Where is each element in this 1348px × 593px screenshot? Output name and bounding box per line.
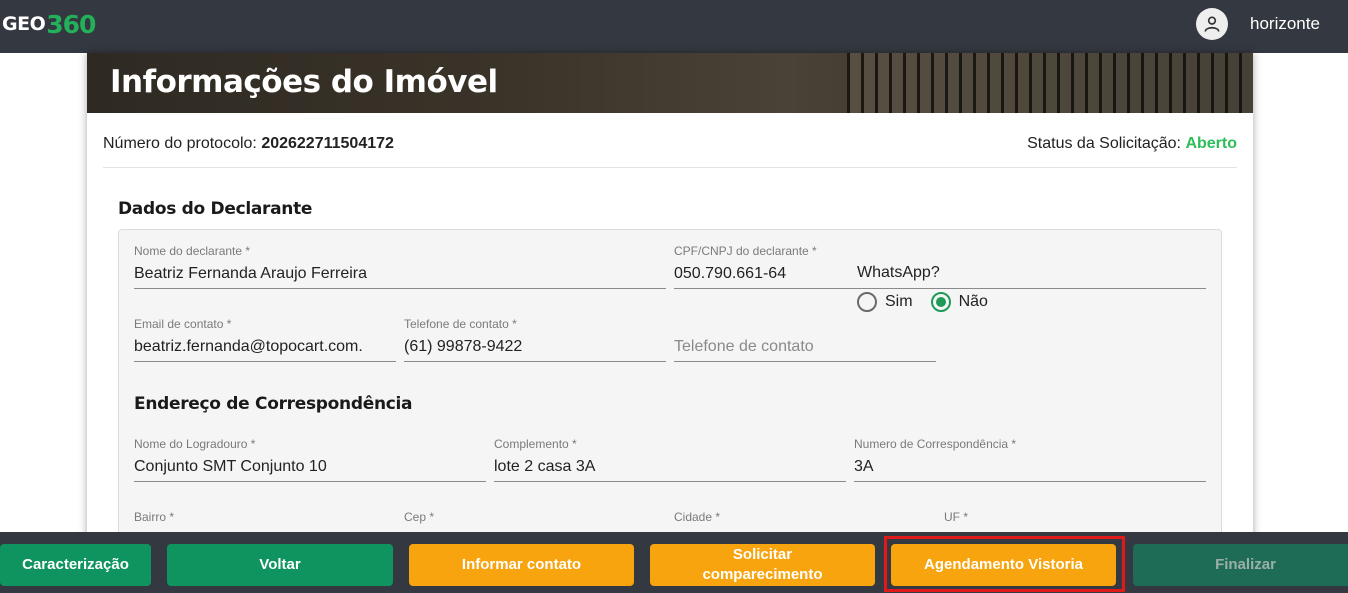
protocol-value: 202622711504172 bbox=[261, 135, 394, 152]
whatsapp-question: WhatsApp? Sim Não bbox=[857, 264, 1006, 312]
protocol-number: Número do protocolo: 202622711504172 bbox=[103, 135, 394, 153]
field-label: UF * bbox=[944, 510, 968, 524]
page-title: Informações do Imóvel bbox=[110, 64, 498, 100]
address-number-field[interactable]: Numero de Correspondência * 3A bbox=[854, 437, 1206, 482]
field-underline bbox=[674, 361, 936, 362]
hero-image-decoration bbox=[847, 53, 1253, 113]
field-label: Cep * bbox=[404, 510, 435, 524]
street-name-field[interactable]: Nome do Logradouro * Conjunto SMT Conjun… bbox=[134, 437, 486, 482]
field-underline bbox=[854, 481, 1206, 482]
field-label: Cidade * bbox=[674, 510, 721, 524]
top-bar: GEO 360 horizonte bbox=[0, 0, 1348, 53]
field-placeholder: Telefone de contato bbox=[674, 338, 814, 355]
field-label: Nome do declarante * bbox=[134, 244, 251, 258]
username[interactable]: horizonte bbox=[1250, 14, 1320, 34]
field-underline bbox=[134, 481, 486, 482]
highlight-box bbox=[884, 536, 1125, 592]
whatsapp-radio-sim[interactable] bbox=[857, 292, 877, 312]
section-title-endereco: Endereço de Correspondência bbox=[134, 394, 413, 414]
field-value: Beatriz Fernanda Araujo Ferreira bbox=[134, 265, 367, 282]
status-label: Status da Solicitação: bbox=[1027, 135, 1186, 152]
field-underline bbox=[404, 361, 666, 362]
field-underline bbox=[134, 288, 666, 289]
field-value: beatriz.fernanda@topocart.com. bbox=[134, 338, 363, 355]
complement-field[interactable]: Complemento * lote 2 casa 3A bbox=[494, 437, 846, 482]
field-value: (61) 99878-9422 bbox=[404, 338, 523, 355]
field-underline bbox=[134, 361, 396, 362]
whatsapp-radio-group: Sim Não bbox=[857, 292, 1006, 312]
finish-button[interactable]: Finalizar bbox=[1133, 544, 1348, 586]
field-label: Bairro * bbox=[134, 510, 175, 524]
contact-phone-field[interactable]: Telefone de contato * (61) 99878-9422 bbox=[404, 317, 666, 362]
action-bar: Caracterização Voltar Informar contato S… bbox=[0, 532, 1348, 593]
whatsapp-label: WhatsApp? bbox=[857, 264, 940, 281]
field-label: Nome do Logradouro * bbox=[134, 437, 256, 451]
property-info-card: Informações do Imóvel Número do protocol… bbox=[87, 53, 1253, 593]
whatsapp-option-sim-label[interactable]: Sim bbox=[885, 293, 913, 311]
whatsapp-radio-nao[interactable] bbox=[930, 292, 951, 312]
field-label: Telefone de contato * bbox=[404, 317, 517, 331]
section-title-declarante: Dados do Declarante bbox=[118, 199, 313, 219]
status-value: Aberto bbox=[1185, 135, 1237, 152]
user-avatar[interactable] bbox=[1196, 8, 1228, 40]
back-button[interactable]: Voltar bbox=[167, 544, 393, 586]
divider bbox=[103, 167, 1237, 168]
field-label: CPF/CNPJ do declarante * bbox=[674, 244, 817, 258]
contact-email-field[interactable]: Email de contato * beatriz.fernanda@topo… bbox=[134, 317, 396, 362]
field-label: Email de contato * bbox=[134, 317, 232, 331]
field-underline bbox=[494, 481, 846, 482]
logo-text: GEO bbox=[2, 13, 46, 35]
logo-number: 360 bbox=[46, 9, 96, 39]
contact-phone-2-field[interactable]: Telefone de contato bbox=[674, 317, 936, 362]
button-label-line2: comparecimento bbox=[702, 566, 823, 583]
caracterizacao-button[interactable]: Caracterização bbox=[0, 544, 151, 586]
request-attendance-button[interactable]: Solicitar comparecimento bbox=[650, 544, 875, 586]
field-value: Conjunto SMT Conjunto 10 bbox=[134, 458, 327, 475]
field-label: Complemento * bbox=[494, 437, 577, 451]
geo360-logo[interactable]: GEO 360 bbox=[2, 8, 96, 40]
inform-contact-button[interactable]: Informar contato bbox=[409, 544, 634, 586]
user-icon bbox=[1204, 16, 1220, 32]
hero-banner: Informações do Imóvel bbox=[87, 53, 1253, 113]
field-value: lote 2 casa 3A bbox=[494, 458, 596, 475]
protocol-label: Número do protocolo: bbox=[103, 135, 262, 152]
whatsapp-option-nao-label[interactable]: Não bbox=[959, 293, 988, 311]
field-label: Numero de Correspondência * bbox=[854, 437, 1017, 451]
field-value: 3A bbox=[854, 458, 874, 475]
declarante-name-field[interactable]: Nome do declarante * Beatriz Fernanda Ar… bbox=[134, 244, 666, 289]
button-label-line1: Solicitar bbox=[732, 546, 793, 563]
request-status: Status da Solicitação: Aberto bbox=[1027, 135, 1237, 153]
